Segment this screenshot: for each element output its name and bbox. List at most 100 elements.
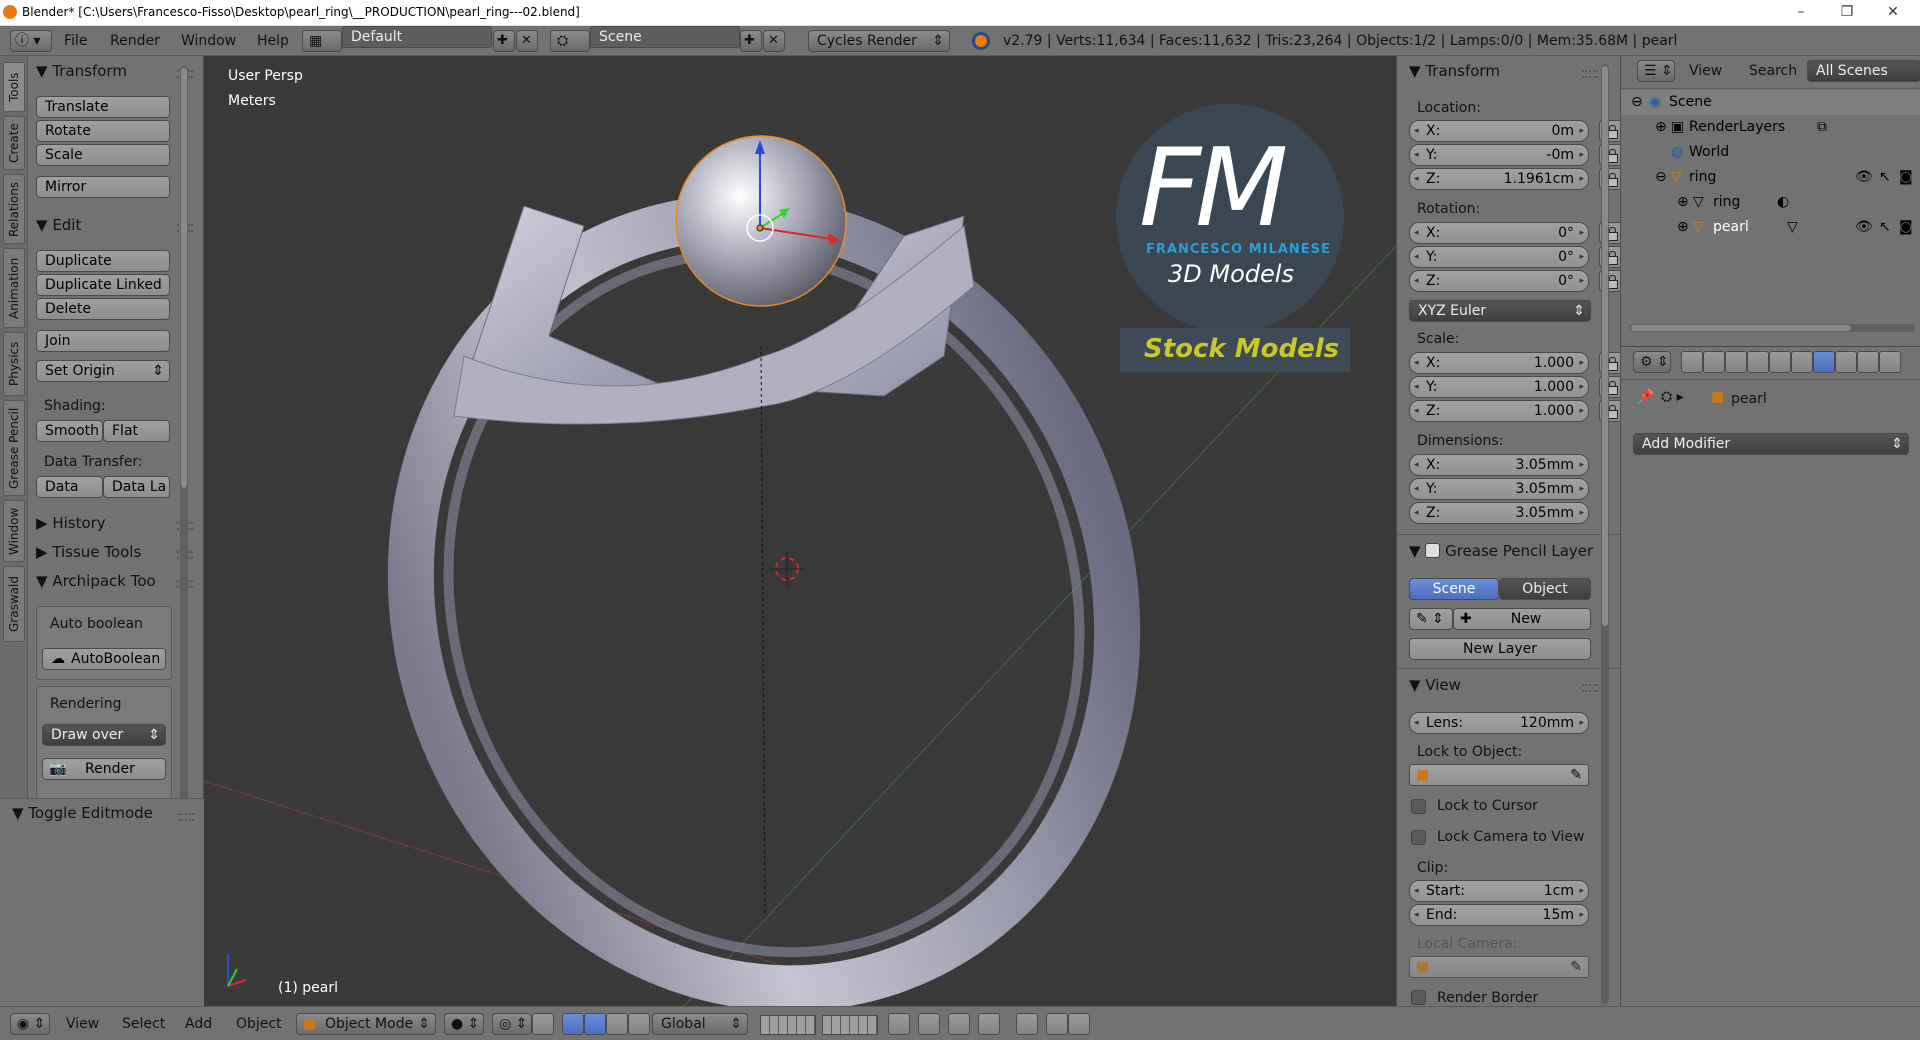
snap-icon[interactable] (948, 1013, 970, 1035)
eyedropper-icon[interactable]: ✎ (1570, 957, 1582, 977)
layout-name-field[interactable]: Default (342, 26, 492, 48)
proportional-editing-icon[interactable] (918, 1013, 940, 1035)
cursor-select-icon[interactable]: ↖ (1879, 215, 1891, 240)
opengl-animation-icon[interactable] (1068, 1013, 1090, 1035)
outliner-search-menu[interactable]: Search (1749, 63, 1797, 79)
set-origin-select[interactable]: Set Origin ⇕ (36, 360, 170, 382)
editor-type-info-icon[interactable]: ⓘ ▾ (10, 30, 52, 52)
rotation-mode-select[interactable]: XYZ Euler ⇕ (1409, 300, 1591, 322)
gp-object-button[interactable]: Object (1499, 578, 1591, 600)
join-button[interactable]: Join (36, 330, 170, 352)
menu-view[interactable]: View (66, 1016, 99, 1032)
menu-window[interactable]: Window (181, 33, 236, 49)
remove-layout-icon[interactable]: ✕ (516, 30, 538, 52)
gp-new-button[interactable]: ✚ New (1453, 608, 1591, 630)
render-tab-icon[interactable] (1681, 351, 1703, 373)
viewport-editor-type-icon[interactable]: ◉ ⇕ (10, 1013, 50, 1035)
tab-tools[interactable]: Tools (3, 62, 25, 112)
eye-icon[interactable]: 👁 (1855, 165, 1873, 190)
opengl-render-icon[interactable] (1046, 1013, 1068, 1035)
expand-icon[interactable]: ⊕ (1655, 115, 1667, 140)
menu-file[interactable]: File (64, 33, 87, 49)
add-layout-icon[interactable]: ✚ (493, 30, 515, 52)
outliner-row-pearl[interactable]: ⊕ ▽ pearl ▽ 👁 ↖ ◙ (1621, 215, 1920, 240)
expand-icon[interactable]: ⊕ (1677, 190, 1689, 215)
local-camera-field[interactable]: ■ ✎ (1409, 956, 1589, 978)
modifiers-tab-icon[interactable] (1813, 351, 1835, 373)
smooth-button[interactable]: Smooth (36, 420, 103, 442)
viewport-shading-icon[interactable]: ● ⇕ (444, 1013, 484, 1035)
minimize-button[interactable]: – (1778, 0, 1824, 24)
scene-icon[interactable]: ⛭ (550, 30, 590, 52)
flat-button[interactable]: Flat (103, 420, 170, 442)
scale-y-field[interactable]: ◂ Y: 1.000 ▸ (1409, 376, 1589, 398)
texture-tab-icon[interactable] (1879, 351, 1901, 373)
world-tab-icon[interactable] (1747, 351, 1769, 373)
scale-manipulator-icon[interactable] (606, 1013, 628, 1035)
gp-scene-button[interactable]: Scene (1409, 578, 1499, 600)
scene-tab-icon[interactable] (1725, 351, 1747, 373)
3d-cursor-icon[interactable] (769, 551, 805, 587)
remove-scene-icon[interactable]: ✕ (763, 30, 785, 52)
menu-select[interactable]: Select (122, 1016, 165, 1032)
rotate-button[interactable]: Rotate (36, 120, 170, 142)
panel-grip-icon[interactable] (1582, 684, 1598, 692)
translate-button[interactable]: Translate (36, 96, 170, 118)
outliner-row-ring-object[interactable]: ⊖ ▽ ring 👁 ↖ ◙ (1621, 165, 1920, 190)
3d-viewport[interactable]: User Persp Meters (1) pearl FM FRANCESCO… (204, 56, 1396, 1006)
pin-icon[interactable]: 📌 (1637, 389, 1654, 405)
duplicate-linked-button[interactable]: Duplicate Linked (36, 274, 170, 296)
translate-manipulator-icon[interactable] (562, 1013, 584, 1035)
scale-z-field[interactable]: ◂ Z: 1.000 ▸ (1409, 400, 1589, 422)
rotation-y-field[interactable]: ◂ Y: 0° ▸ (1409, 246, 1589, 268)
render-camera-icon[interactable]: ◙ (1899, 215, 1913, 240)
close-button[interactable]: ✕ (1870, 0, 1916, 24)
grease-pencil-panel-header[interactable]: ▼ Grease Pencil Layer (1409, 541, 1593, 560)
transform-panel-header[interactable]: ▼ Transform (36, 62, 127, 80)
mode-select[interactable]: ■ Object Mode ⇕ (296, 1013, 436, 1035)
data-button[interactable]: Data (36, 476, 103, 498)
tissue-tools-panel-header[interactable]: ▶ Tissue Tools (36, 543, 141, 561)
rotation-x-field[interactable]: ◂ X: 0° ▸ (1409, 222, 1589, 244)
tab-graswald[interactable]: Graswald (3, 566, 25, 642)
panel-grip-icon[interactable] (1582, 70, 1598, 78)
screen-layout-icon[interactable]: ▦ (302, 30, 342, 52)
dimensions-y-field[interactable]: ◂ Y: 3.05mm ▸ (1409, 478, 1589, 500)
render-layers-tab-icon[interactable] (1703, 351, 1725, 373)
panel-grip-icon[interactable] (178, 813, 194, 821)
autoboolean-button[interactable]: ☁ AutoBoolean (42, 648, 166, 670)
grease-pencil-checkbox[interactable] (1425, 543, 1441, 558)
snap-target-icon[interactable] (1016, 1013, 1038, 1035)
lock-to-cursor-checkbox[interactable] (1411, 799, 1426, 814)
menu-add[interactable]: Add (185, 1016, 212, 1032)
clip-start-field[interactable]: ◂ Start: 1cm ▸ (1409, 880, 1589, 902)
pivot-point-icon[interactable]: ◎ ⇕ (492, 1013, 532, 1035)
data-tab-icon[interactable] (1835, 351, 1857, 373)
menu-object[interactable]: Object (236, 1016, 282, 1032)
layers-grid-2[interactable] (822, 1015, 878, 1035)
tab-physics[interactable]: Physics (3, 332, 25, 396)
rotation-z-field[interactable]: ◂ Z: 0° ▸ (1409, 270, 1589, 292)
render-camera-icon[interactable]: ◙ (1899, 165, 1913, 190)
orientation-select[interactable]: Global ⇕ (652, 1013, 748, 1035)
gp-new-layer-button[interactable]: New Layer (1409, 638, 1591, 660)
tab-animation[interactable]: Animation (3, 248, 25, 328)
expand-icon[interactable]: ⊕ (1677, 215, 1689, 240)
view-panel-header[interactable]: ▼ View (1409, 676, 1461, 694)
eye-icon[interactable]: 👁 (1855, 215, 1873, 240)
outliner-h-scrollbar[interactable] (1629, 324, 1915, 332)
collapse-icon[interactable]: ⊖ (1631, 90, 1643, 115)
render-button[interactable]: 📷 Render (42, 758, 166, 780)
outliner-filter-select[interactable]: All Scenes (1807, 60, 1920, 82)
clip-end-field[interactable]: ◂ End: 15m ▸ (1409, 904, 1589, 926)
location-x-field[interactable]: ◂ X: 0m ▸ (1409, 120, 1589, 142)
dimensions-x-field[interactable]: ◂ X: 3.05mm ▸ (1409, 454, 1589, 476)
tab-grease-pencil[interactable]: Grease Pencil (3, 400, 25, 496)
properties-region-scrollbar[interactable] (1601, 64, 1609, 1004)
location-z-field[interactable]: ◂ Z: 1.1961cm ▸ (1409, 168, 1589, 190)
outliner-view-menu[interactable]: View (1689, 63, 1722, 79)
transform-panel-header[interactable]: ▼ Transform (1409, 62, 1500, 80)
outliner-row-scene[interactable]: ⊖ ◉ Scene (1621, 90, 1920, 115)
tab-window[interactable]: Window (3, 500, 25, 562)
eyedropper-icon[interactable]: ✎ (1570, 765, 1582, 785)
